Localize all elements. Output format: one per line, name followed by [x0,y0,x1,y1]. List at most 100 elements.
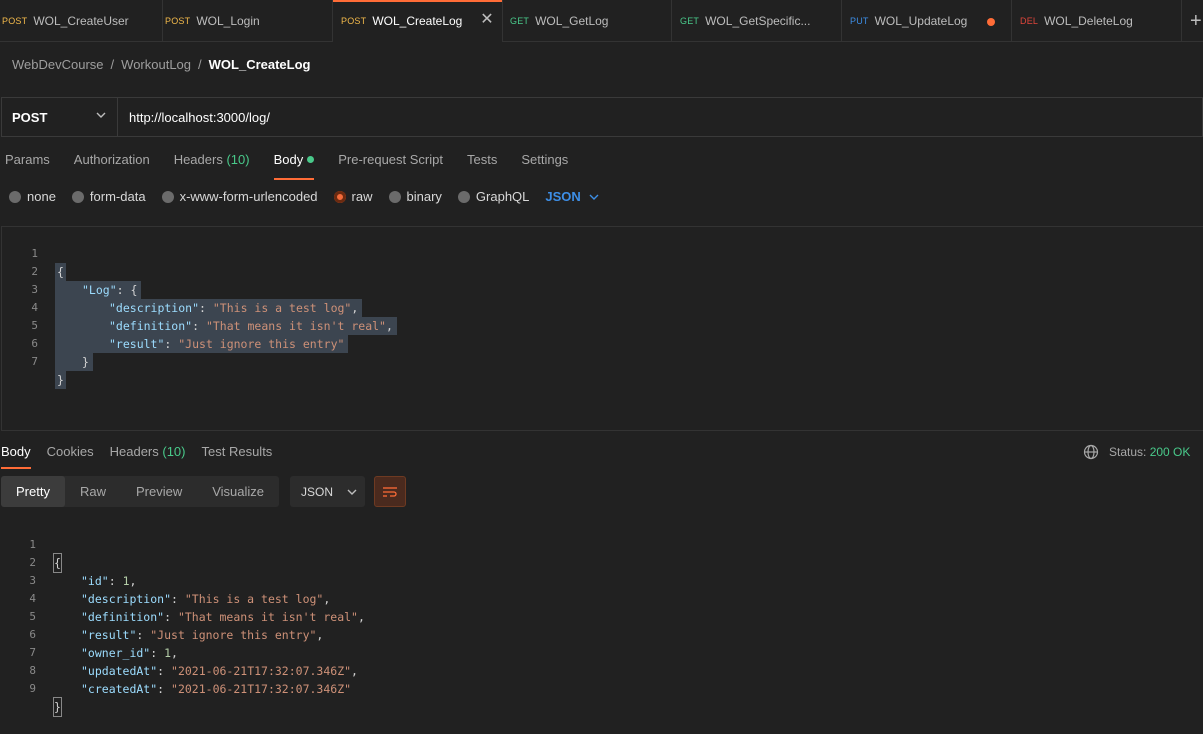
resp-tab-headers-label: Headers [109,444,159,459]
json-string: "This is a test log" [212,301,352,315]
breadcrumb-folder[interactable]: WorkoutLog [121,57,191,72]
new-tab-plus-icon[interactable]: + [1190,10,1202,33]
code-text: "result": "Just ignore this entry", [81,628,324,642]
breadcrumb-separator: / [198,57,202,72]
tab-settings[interactable]: Settings [521,152,568,176]
response-status: Status: 200 OK [1083,444,1190,460]
radio-form-data[interactable]: form-data [71,189,146,204]
tab-label: WOL_UpdateLog [874,14,968,28]
view-pretty-button[interactable]: Pretty [1,476,65,507]
json-string: "Just ignore this entry" [150,628,317,642]
radio-label: raw [351,189,373,204]
json-number: 1 [122,574,130,588]
breadcrumb-collection[interactable]: WebDevCourse [12,57,104,72]
code-line: 4 "definition": "That means it isn't rea… [2,281,397,335]
radio-binary[interactable]: binary [388,189,442,204]
code-line: 7 "updatedAt": "2021-06-21T17:32:07.346Z… [0,626,358,678]
chevron-down-icon [589,194,599,200]
tab-wol-updatelog[interactable]: PUT WOL_UpdateLog [842,0,1012,42]
headers-count: (10) [226,152,250,167]
code-text: "result": "Just ignore this entry" [55,335,349,353]
close-icon[interactable]: ✕ [480,12,494,28]
wrap-lines-icon [383,486,397,497]
tab-label: WOL_CreateUser [33,14,129,28]
tab-params[interactable]: Params [5,152,50,176]
tab-label: WOL_DeleteLog [1044,14,1133,28]
body-format-value: JSON [545,189,581,204]
resp-tab-headers[interactable]: Headers (10) [110,444,186,459]
resp-headers-count: (10) [162,444,186,459]
response-format-dropdown[interactable]: JSON [290,476,365,507]
view-raw-button[interactable]: Raw [65,476,121,507]
radio-none[interactable]: none [9,189,56,204]
wrap-lines-button[interactable] [374,476,406,507]
tab-headers-label: Headers [173,152,223,167]
globe-icon[interactable] [1083,444,1099,460]
code-line: 3 "description": "This is a test log", [0,554,330,606]
code-line: 1 { [2,227,66,281]
tab-wol-createlog[interactable]: POST WOL_CreateLog ✕ [333,0,503,42]
code-text: "id": 1, [81,574,137,588]
json-key: "description" [81,592,172,606]
json-key: "owner_id" [81,646,151,660]
tab-method: GET [510,16,530,26]
code-text: } [55,353,93,371]
body-type-radios: none form-data x-www-form-urlencoded raw… [9,189,599,204]
tab-method: GET [680,16,700,26]
url-input[interactable] [118,98,1202,136]
radio-urlencoded[interactable]: x-www-form-urlencoded [161,189,318,204]
tab-prerequest-script[interactable]: Pre-request Script [338,152,443,176]
tab-body[interactable]: Body [273,152,315,180]
code-text: } [53,697,62,717]
status-value: 200 OK [1149,445,1191,459]
json-punctuation: : { [116,283,138,297]
code-line: 6 "owner_id": 1, [0,608,178,660]
radio-label: GraphQL [475,189,530,204]
tab-tests[interactable]: Tests [467,152,497,176]
view-preview-button[interactable]: Preview [121,476,197,507]
breadcrumb-separator: / [110,57,115,72]
tab-label: WOL_Login [196,14,260,28]
tab-wol-deletelog[interactable]: DEL WOL_DeleteLog [1012,0,1182,42]
radio-label: form-data [89,189,146,204]
response-tabs: Body Cookies Headers (10) Test Results [1,444,288,469]
json-string: "That means it isn't real" [177,610,358,624]
radio-selected-icon [333,190,346,203]
resp-tab-body[interactable]: Body [1,444,31,469]
code-line: 8 "createdAt": "2021-06-21T17:32:07.346Z… [0,644,351,696]
http-method-select[interactable]: POST [2,98,118,136]
tab-method: POST [165,16,191,26]
json-key: "definition" [109,319,193,333]
json-key: "id" [81,574,109,588]
radio-circle-icon [9,190,21,203]
tab-wol-getspecific[interactable]: GET WOL_GetSpecific... [672,0,842,42]
tab-headers[interactable]: Headers (10) [174,152,250,176]
breadcrumb-current[interactable]: WOL_CreateLog [209,57,311,72]
tab-wol-getlog[interactable]: GET WOL_GetLog [503,0,672,42]
body-format-dropdown[interactable]: JSON [545,189,599,204]
json-key: "updatedAt" [81,664,158,678]
tab-authorization[interactable]: Authorization [74,152,150,176]
code-line: 2 "id": 1, [0,536,136,588]
radio-graphql[interactable]: GraphQL [457,189,530,204]
body-indicator-dot-icon [307,156,315,163]
tab-label: WOL_GetLog [535,14,609,28]
json-number: 1 [164,646,172,660]
request-body-editor[interactable]: 1 { 2 "Log": { 3 "description": "This is… [1,226,1203,431]
code-line: 5 "result": "Just ignore this entry" [2,299,349,353]
tab-wol-login[interactable]: POST WOL_Login [163,0,333,42]
tab-wol-createuser[interactable]: POST WOL_CreateUser [0,0,163,42]
json-string: "This is a test log" [184,592,324,606]
tab-label: WOL_CreateLog [372,14,463,28]
code-text: "description": "This is a test log", [55,299,363,317]
view-visualize-button[interactable]: Visualize [197,476,279,507]
code-text: } [55,371,66,389]
code-line: 7 } [2,335,66,389]
resp-tab-cookies[interactable]: Cookies [47,444,94,459]
tab-method: POST [2,16,28,26]
json-key: "description" [109,301,200,315]
resp-tab-test-results[interactable]: Test Results [202,444,273,459]
tab-method: PUT [850,16,869,26]
response-body-viewer[interactable]: 1 { 2 "id": 1, 3 "description": "This is… [0,517,1203,717]
radio-raw[interactable]: raw [333,189,373,204]
